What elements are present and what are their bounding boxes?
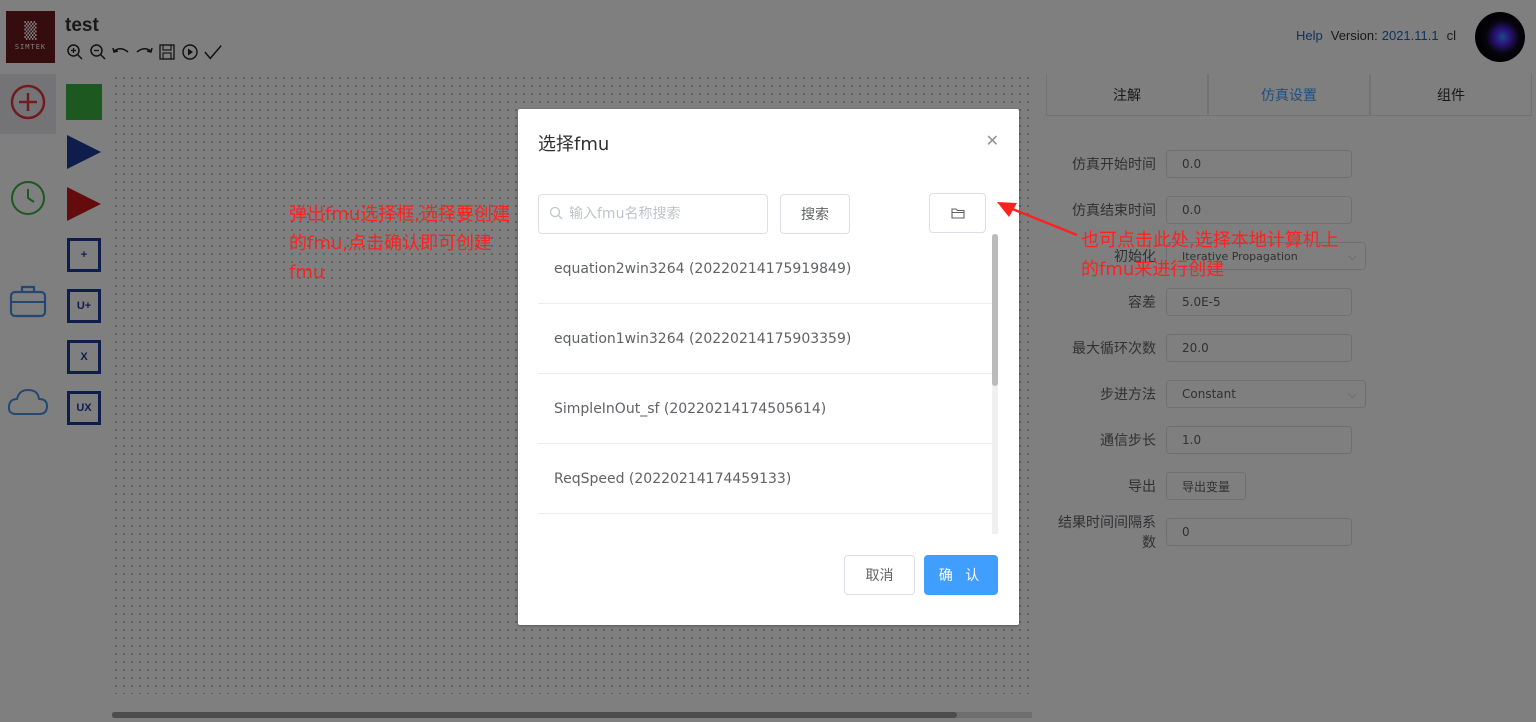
- fmu-search-field[interactable]: [538, 194, 768, 234]
- close-icon[interactable]: ✕: [986, 131, 999, 150]
- cancel-button[interactable]: 取消: [844, 555, 915, 595]
- list-scrollbar[interactable]: [992, 234, 998, 534]
- annotation-right: 也可点击此处,选择本地计算机上的fmu来进行创建: [1081, 230, 1339, 280]
- folder-icon: [950, 204, 965, 223]
- list-item[interactable]: equation1win3264 (20220214175903359): [538, 304, 998, 374]
- list-item[interactable]: [538, 514, 998, 534]
- annotation-left: 弹出fmu选择框,选择要创建的fmu,点击确认即可创建fmu: [289, 204, 510, 283]
- list-item[interactable]: ReqSpeed (20220214174459133): [538, 444, 998, 514]
- search-icon: [549, 205, 563, 224]
- search-button[interactable]: 搜索: [780, 194, 850, 234]
- list-item[interactable]: SimpleInOut_sf (20220214174505614): [538, 374, 998, 444]
- fmu-list: equation2win3264 (20220214175919849) equ…: [538, 234, 998, 534]
- annotation-arrow-icon: [997, 202, 1078, 237]
- local-file-button[interactable]: [929, 193, 986, 233]
- select-fmu-dialog: 选择fmu ✕ 搜索 equation2win3264 (20220214175…: [518, 109, 1019, 625]
- confirm-button[interactable]: 确 认: [924, 555, 998, 595]
- fmu-search-input[interactable]: [569, 206, 759, 222]
- dialog-title: 选择fmu: [538, 134, 610, 155]
- list-item[interactable]: equation2win3264 (20220214175919849): [538, 234, 998, 304]
